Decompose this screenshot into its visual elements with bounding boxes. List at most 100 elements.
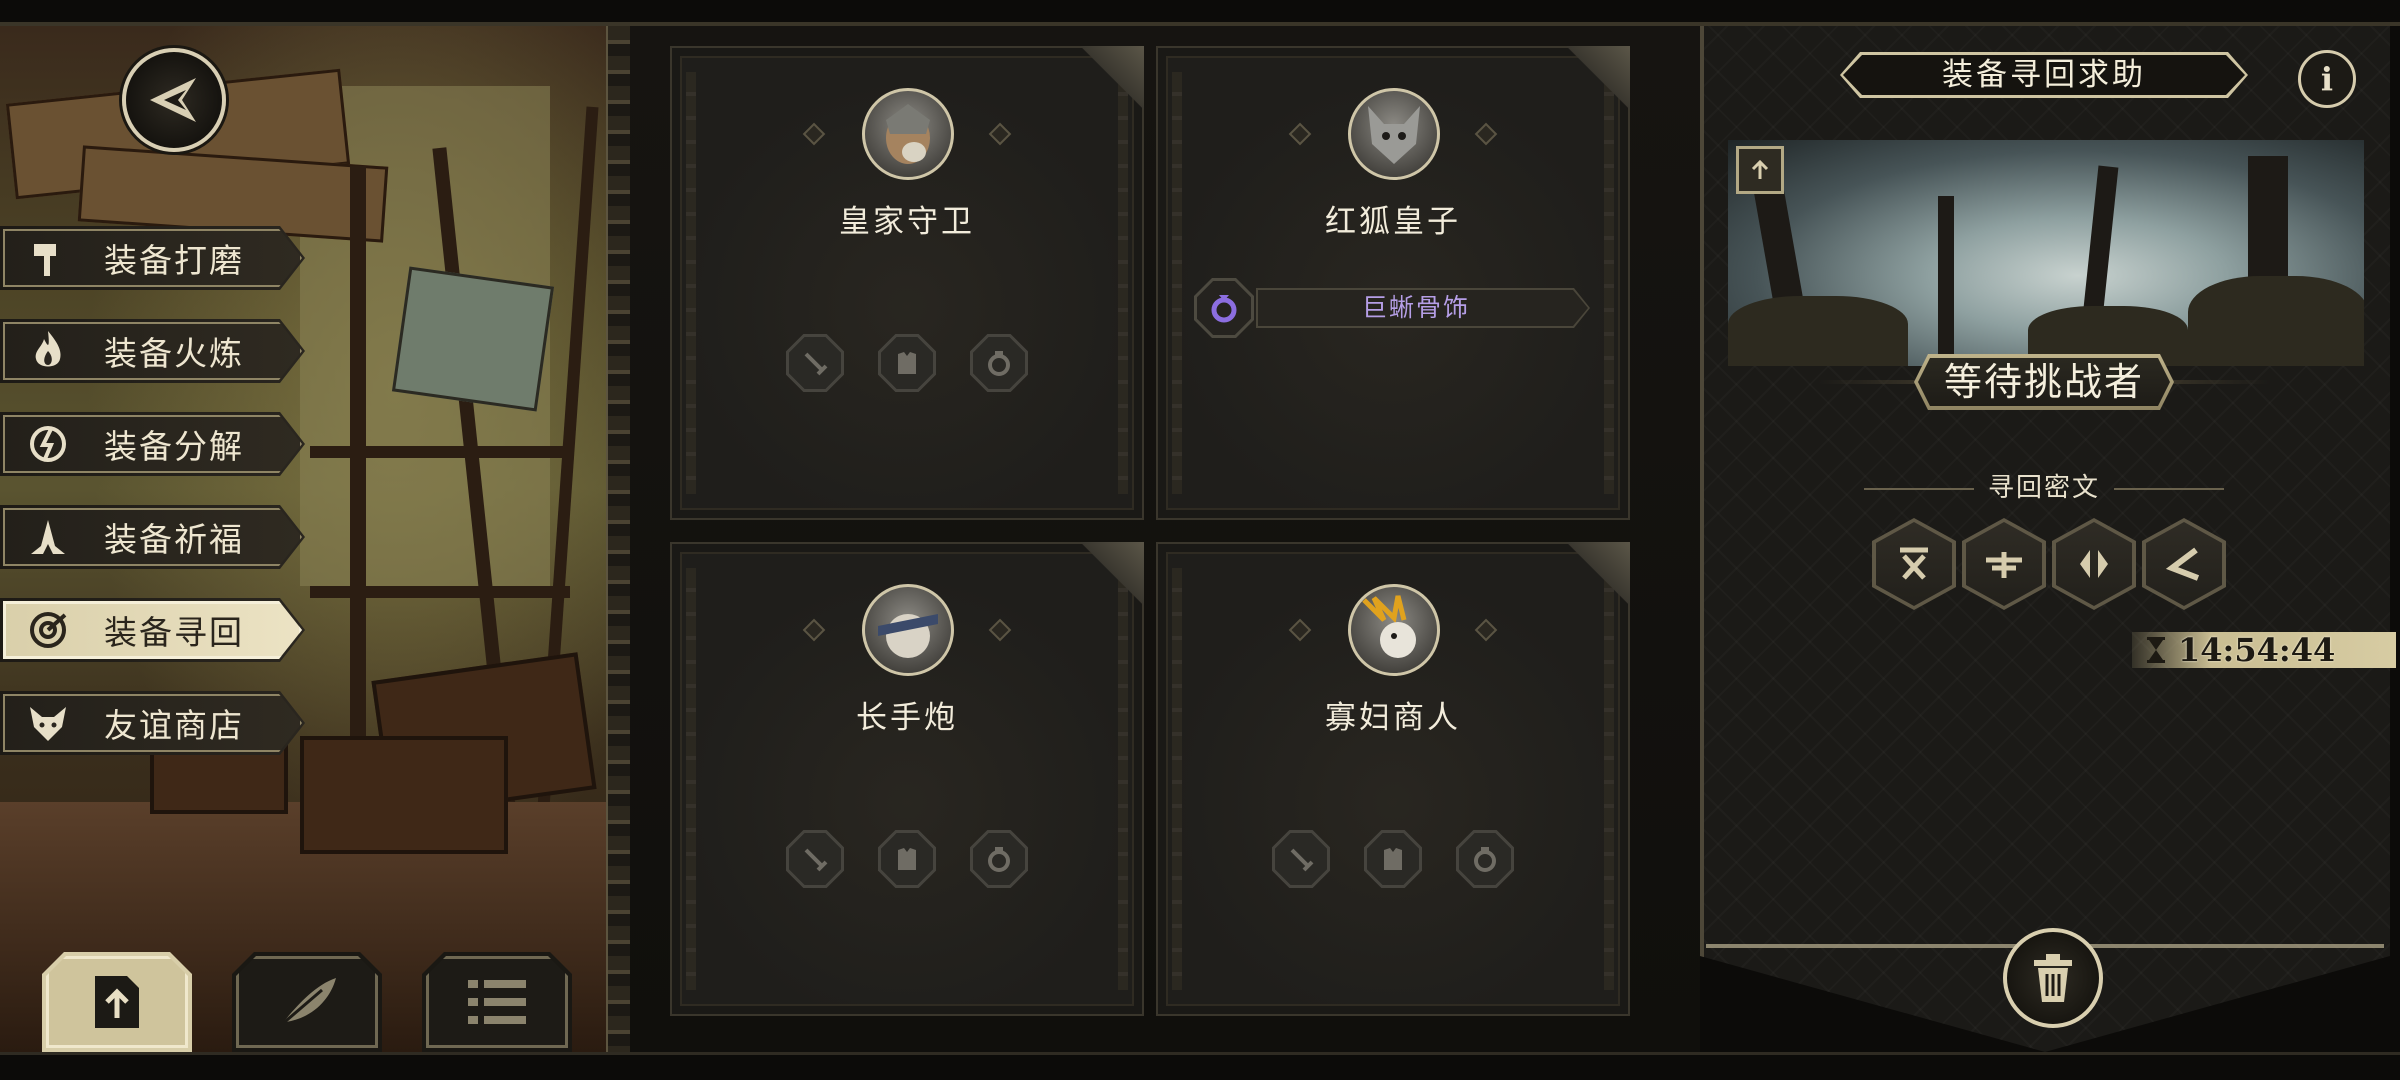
diamond-ornament <box>988 122 1012 146</box>
diamond-ornament <box>988 618 1012 642</box>
diamond-ornament <box>1474 618 1498 642</box>
card-ornament <box>1172 568 1182 990</box>
diamond-ornament <box>802 122 826 146</box>
armor-slot-icon[interactable] <box>1364 830 1422 888</box>
hero-name: 长手炮 <box>856 700 958 736</box>
ring-slot-icon[interactable] <box>970 830 1028 888</box>
scene-crate <box>300 736 508 854</box>
long-arm-cannon-avatar <box>862 584 954 676</box>
hero-name: 寡妇商人 <box>1325 700 1461 736</box>
armor-slot-icon[interactable] <box>878 334 936 392</box>
rune-split-icon <box>2052 518 2136 610</box>
card-ornament <box>686 568 696 990</box>
hammer-icon <box>20 230 76 286</box>
scene-beam <box>310 586 570 598</box>
card-ornament <box>1118 72 1128 494</box>
target-icon <box>20 602 76 658</box>
card-ornament <box>1172 72 1182 494</box>
hero-card-grid: 皇家守卫 红狐皇子 巨蜥骨饰 长手炮 寡妇商人 <box>630 26 1700 1052</box>
card-corner <box>1074 46 1144 116</box>
timer-value: 14:54:44 <box>2178 631 2336 669</box>
retrieve-help-panel-content: 装备寻回求助 i 等待挑战者 寻回密文 14:54:44 <box>1706 30 2396 1046</box>
tab-list[interactable] <box>422 952 572 1052</box>
diamond-ornament <box>1474 122 1498 146</box>
diamond-ornament <box>1288 122 1312 146</box>
panel-title-plate: 装备寻回求助 <box>1840 52 2248 98</box>
armor-slot-icon[interactable] <box>878 830 936 888</box>
break-icon <box>20 416 76 472</box>
card-ornament <box>1604 568 1614 990</box>
countdown-timer: 14:54:44 <box>2132 632 2396 668</box>
ring-icon <box>1194 278 1254 338</box>
fox-icon <box>20 695 76 751</box>
menu-item-label: 装备祈福 <box>104 520 244 559</box>
hero-card[interactable]: 长手炮 <box>670 542 1144 1016</box>
bottom-tab-bar <box>42 952 572 1052</box>
challenge-scene-image <box>1728 140 2364 366</box>
upload-document-icon <box>95 976 139 1028</box>
scene-beam <box>310 446 570 458</box>
sword-slot-icon[interactable] <box>786 334 844 392</box>
scene-cloth <box>391 266 555 412</box>
info-button[interactable]: i <box>2298 50 2356 108</box>
bottom-border <box>0 1052 2400 1055</box>
panel-title: 装备寻回求助 <box>1942 57 2146 93</box>
menu-item-label: 装备分解 <box>104 427 244 466</box>
menu-item-forge[interactable]: 装备火炼 <box>0 319 305 383</box>
equipment-slots <box>1158 830 1628 888</box>
hero-card[interactable]: 红狐皇子 巨蜥骨饰 <box>1156 46 1630 520</box>
tab-feather[interactable] <box>232 952 382 1052</box>
royal-guard-avatar <box>862 88 954 180</box>
equipment-slots <box>672 334 1142 392</box>
sword-slot-icon[interactable] <box>1272 830 1330 888</box>
card-ornament <box>686 72 696 494</box>
menu-item-label: 装备打磨 <box>104 241 244 280</box>
trash-icon <box>2034 954 2072 1002</box>
red-fox-prince-avatar <box>1348 88 1440 180</box>
menu-item-dismantle[interactable]: 装备分解 <box>0 412 305 476</box>
upload-arrow-icon <box>1751 159 1769 179</box>
rune-angle-icon <box>2142 518 2226 610</box>
hero-name: 红狐皇子 <box>1325 204 1461 240</box>
scene-tree <box>1938 196 1954 366</box>
share-button[interactable] <box>1736 146 1784 194</box>
equipment-slots <box>672 830 1142 888</box>
menu-item-bless[interactable]: 装备祈福 <box>0 505 305 569</box>
list-icon <box>468 980 526 1024</box>
item-name: 巨蜥骨饰 <box>1361 293 1470 322</box>
status-text: 等待挑战者 <box>1943 360 2144 404</box>
sword-slot-icon[interactable] <box>786 830 844 888</box>
menu-item-label: 装备火炼 <box>104 334 244 373</box>
back-button[interactable] <box>122 48 226 152</box>
hero-card[interactable]: 寡妇商人 <box>1156 542 1630 1016</box>
shuriken-back-icon <box>150 78 196 122</box>
menu-item-label: 友谊商店 <box>104 706 244 745</box>
tab-upload[interactable] <box>42 952 192 1052</box>
card-corner <box>1560 542 1630 612</box>
rune-x-icon <box>1872 518 1956 610</box>
card-ornament <box>1118 568 1128 990</box>
praying-hands-icon <box>20 509 76 565</box>
menu-item-retrieve[interactable]: 装备寻回 <box>0 598 305 662</box>
menu-item-friend-shop[interactable]: 友谊商店 <box>0 691 305 755</box>
hero-name: 皇家守卫 <box>839 204 975 240</box>
cipher-header: 寻回密文 <box>1864 468 2224 508</box>
hero-card[interactable]: 皇家守卫 <box>670 46 1144 520</box>
challenge-status: 等待挑战者 <box>1818 350 2270 414</box>
trash-button[interactable] <box>2003 928 2103 1028</box>
menu-item-label: 装备寻回 <box>104 613 244 652</box>
rune-bar-icon <box>1962 518 2046 610</box>
equipped-item[interactable]: 巨蜥骨饰 <box>1194 278 1594 338</box>
menu-item-polish[interactable]: 装备打磨 <box>0 226 305 290</box>
ring-slot-icon[interactable] <box>1456 830 1514 888</box>
diamond-ornament <box>1288 618 1312 642</box>
equipment-menu: 装备打磨 装备火炼 装备分解 装备祈福 装备寻回 友谊商店 <box>0 226 305 784</box>
diamond-ornament <box>802 618 826 642</box>
widow-merchant-avatar <box>1348 584 1440 676</box>
ring-slot-icon[interactable] <box>970 334 1028 392</box>
feather-icon <box>279 978 336 1028</box>
card-ornament <box>1604 72 1614 494</box>
cipher-runes <box>1872 518 2226 610</box>
cipher-label: 寻回密文 <box>1987 473 2100 503</box>
card-corner <box>1560 46 1630 116</box>
